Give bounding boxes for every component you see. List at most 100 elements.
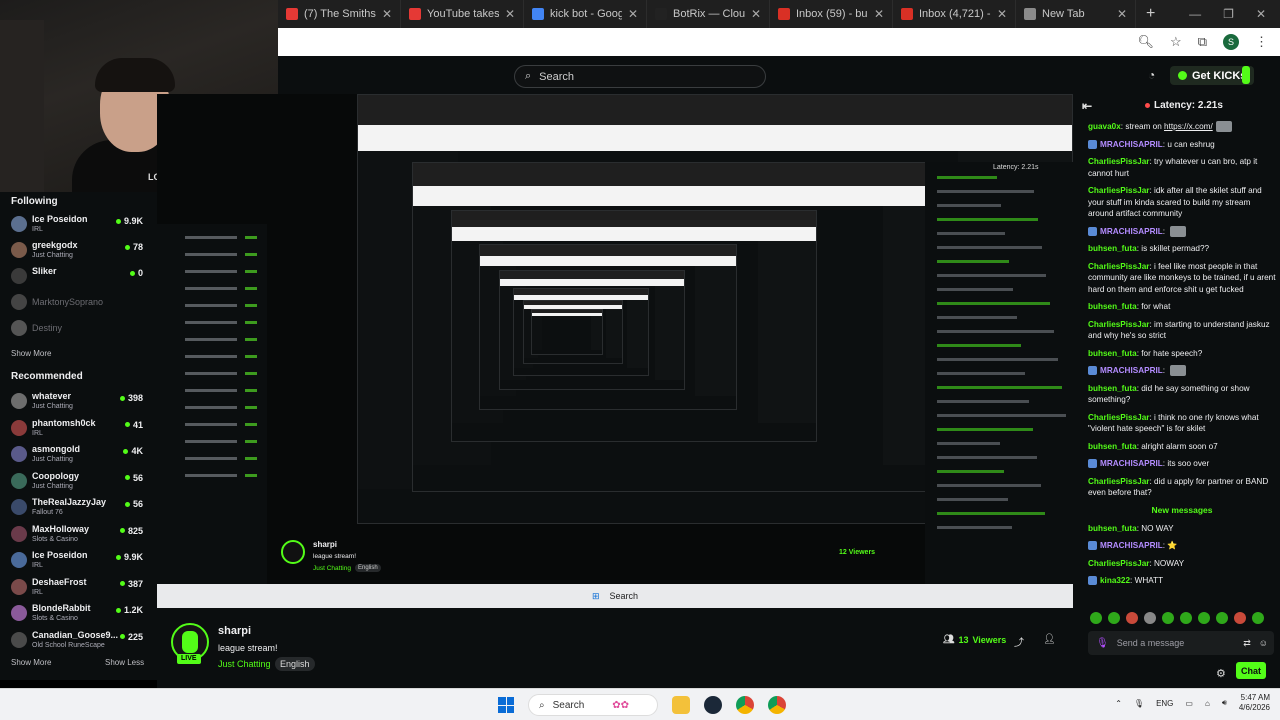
- quick-emote-icon[interactable]: [1234, 612, 1246, 624]
- share-icon[interactable]: ⤴: [1014, 634, 1024, 649]
- user-avatar[interactable]: [1242, 66, 1250, 84]
- close-tab-icon[interactable]: ✕: [505, 7, 515, 21]
- search-input[interactable]: ⌕ Search: [514, 65, 766, 88]
- bookmark-star-icon[interactable]: ☆: [1170, 34, 1182, 50]
- quick-emote-icon[interactable]: [1090, 612, 1102, 624]
- chat-input[interactable]: 🎙︎ Send a message ⇄ ☺: [1088, 631, 1274, 655]
- close-tab-icon[interactable]: ✕: [997, 7, 1007, 21]
- chrome-icon[interactable]: [736, 696, 754, 714]
- chat-link[interactable]: https://x.com/: [1164, 122, 1213, 131]
- maximize-icon[interactable]: ❐: [1223, 7, 1234, 21]
- browser-tab[interactable]: Inbox (4,721) - sharp ✕: [893, 0, 1016, 28]
- sidebar-item-phantomsh0ck[interactable]: phantomsh0ck IRL 41: [0, 416, 157, 442]
- add-user-icon[interactable]: 👤︎: [1043, 634, 1056, 645]
- quick-emote-icon[interactable]: [1180, 612, 1192, 624]
- mic-icon[interactable]: 🎙︎: [1096, 638, 1109, 649]
- tray-language[interactable]: ENG: [1156, 699, 1173, 708]
- sidebar-item-maxholloway[interactable]: MaxHolloway Slots & Casino 825: [0, 522, 157, 548]
- sidebar-item-blonderabbit[interactable]: BlondeRabbit Slots & Casino 1.2K: [0, 601, 157, 627]
- windows-start-icon[interactable]: [498, 697, 514, 713]
- tray-network-icon[interactable]: ⌂: [1205, 699, 1210, 708]
- streamer-name[interactable]: sharpi: [218, 625, 251, 637]
- emoji-icon[interactable]: ☺: [1259, 638, 1268, 649]
- chat-username[interactable]: CharliesPissJar: [1088, 477, 1149, 486]
- new-tab-button[interactable]: +: [1136, 5, 1165, 23]
- browser-tab[interactable]: BotRix — Cloud Strea ✕: [647, 0, 770, 28]
- chat-username[interactable]: CharliesPissJar: [1088, 559, 1149, 568]
- extensions-icon[interactable]: ⧉: [1198, 34, 1207, 50]
- sidebar-item-destiny[interactable]: Destiny: [0, 316, 157, 342]
- close-tab-icon[interactable]: ✕: [751, 7, 761, 21]
- sidebar-item-deshaefrost[interactable]: DeshaeFrost IRL 387: [0, 575, 157, 601]
- browser-tab[interactable]: New Tab ✕: [1016, 0, 1136, 28]
- sidebar-item-asmongold[interactable]: asmongold Just Chatting 4K: [0, 442, 157, 468]
- quick-emote-icon[interactable]: [1108, 612, 1120, 624]
- sidebar-item-ice-poseidon[interactable]: Ice Poseidon IRL 9.9K: [0, 212, 157, 238]
- chat-username[interactable]: CharliesPissJar: [1088, 186, 1149, 195]
- chat-username[interactable]: CharliesPissJar: [1088, 157, 1149, 166]
- new-messages-divider[interactable]: New messages: [1088, 505, 1276, 515]
- chrome-profile-icon[interactable]: [768, 696, 786, 714]
- show-more-following[interactable]: Show More: [11, 349, 51, 358]
- sidebar-item-canadian-goose9-[interactable]: Canadian_Goose9... Old School RuneScape 22…: [0, 628, 157, 654]
- address-bar[interactable]: 🔍︎ ☆ ⧉ S ⋮: [278, 28, 1280, 56]
- tray-display-icon[interactable]: ▭: [1185, 699, 1193, 708]
- chat-username[interactable]: CharliesPissJar: [1088, 413, 1149, 422]
- show-less-button[interactable]: Show Less: [105, 658, 144, 667]
- chat-username[interactable]: buhsen_futa: [1088, 384, 1137, 393]
- sidebar-item-ice-poseidon[interactable]: Ice Poseidon IRL 9.9K: [0, 548, 157, 574]
- chat-username[interactable]: MRACHISAPRIL: [1100, 140, 1163, 149]
- sidebar-item-marktonysoprano[interactable]: MarktonySoprano: [0, 290, 157, 316]
- close-tab-icon[interactable]: ✕: [1117, 7, 1127, 21]
- profile-avatar[interactable]: S: [1223, 34, 1239, 50]
- sidebar-item-greekgodx[interactable]: greekgodx Just Chatting 78: [0, 238, 157, 264]
- taskbar-search[interactable]: ⌕ Search ✿✿: [528, 694, 658, 716]
- sidebar-item-therealjazzyjay[interactable]: TheRealJazzyJay Fallout 76 56: [0, 495, 157, 521]
- chat-username[interactable]: MRACHISAPRIL: [1100, 459, 1163, 468]
- quick-emote-icon[interactable]: [1144, 612, 1156, 624]
- steam-icon[interactable]: [704, 696, 722, 714]
- stream-video[interactable]: ⊞ Search Latency: 2.21s sharpi league stre…: [157, 94, 1073, 608]
- send-chat-button[interactable]: Chat: [1236, 662, 1266, 679]
- tray-chevron-icon[interactable]: ⌃: [1115, 699, 1122, 708]
- chat-username[interactable]: CharliesPissJar: [1088, 320, 1149, 329]
- chat-username[interactable]: buhsen_futa: [1088, 442, 1137, 451]
- browser-tab[interactable]: (7) The Smiths - I Kno ✕: [278, 0, 401, 28]
- browser-tab[interactable]: kick bot - Google Se ✕: [524, 0, 647, 28]
- close-tab-icon[interactable]: ✕: [382, 7, 392, 21]
- chat-settings-icon[interactable]: ⚙: [1216, 667, 1226, 680]
- chat-username[interactable]: guava0x: [1088, 122, 1121, 131]
- notifications-icon[interactable]: ◔: [1148, 68, 1155, 82]
- chat-username[interactable]: buhsen_futa: [1088, 524, 1137, 533]
- minimize-icon[interactable]: —: [1189, 7, 1201, 21]
- tray-volume-icon[interactable]: 🔊︎: [1222, 698, 1227, 708]
- chat-username[interactable]: buhsen_futa: [1088, 349, 1137, 358]
- chat-username[interactable]: buhsen_futa: [1088, 302, 1137, 311]
- chat-username[interactable]: kina322: [1100, 576, 1130, 585]
- close-window-icon[interactable]: ✕: [1256, 7, 1266, 21]
- collapse-chat-icon[interactable]: ⇤: [1082, 99, 1092, 113]
- chat-username[interactable]: MRACHISAPRIL: [1100, 541, 1163, 550]
- close-tab-icon[interactable]: ✕: [874, 7, 884, 21]
- close-tab-icon[interactable]: ✕: [628, 7, 638, 21]
- quick-emote-icon[interactable]: [1162, 612, 1174, 624]
- sidebar-item-whatever[interactable]: whatever Just Chatting 398: [0, 389, 157, 415]
- chat-username[interactable]: MRACHISAPRIL: [1100, 227, 1163, 236]
- clock[interactable]: 5:47 AM 4/6/2026: [1239, 693, 1270, 713]
- browser-menu-icon[interactable]: ⋮: [1255, 34, 1268, 50]
- language-tag[interactable]: English: [275, 657, 315, 671]
- chat-username[interactable]: buhsen_futa: [1088, 244, 1137, 253]
- chat-username[interactable]: MRACHISAPRIL: [1100, 366, 1163, 375]
- quick-emote-icon[interactable]: [1126, 612, 1138, 624]
- tray-mic-icon[interactable]: 🎙︎: [1134, 699, 1144, 708]
- browser-tab[interactable]: YouTube takes down ✕: [401, 0, 524, 28]
- file-explorer-icon[interactable]: [672, 696, 690, 714]
- sidebar-item-sliker[interactable]: Sliker 0: [0, 264, 157, 290]
- translate-icon[interactable]: ⇄: [1243, 638, 1251, 649]
- browser-tab[interactable]: Inbox (59) - buhsen1 ✕: [770, 0, 893, 28]
- zoom-icon[interactable]: 🔍︎: [1138, 34, 1155, 50]
- quick-emote-icon[interactable]: [1252, 612, 1264, 624]
- quick-emote-icon[interactable]: [1216, 612, 1228, 624]
- chat-username[interactable]: CharliesPissJar: [1088, 262, 1149, 271]
- stream-category[interactable]: Just Chatting: [218, 659, 271, 669]
